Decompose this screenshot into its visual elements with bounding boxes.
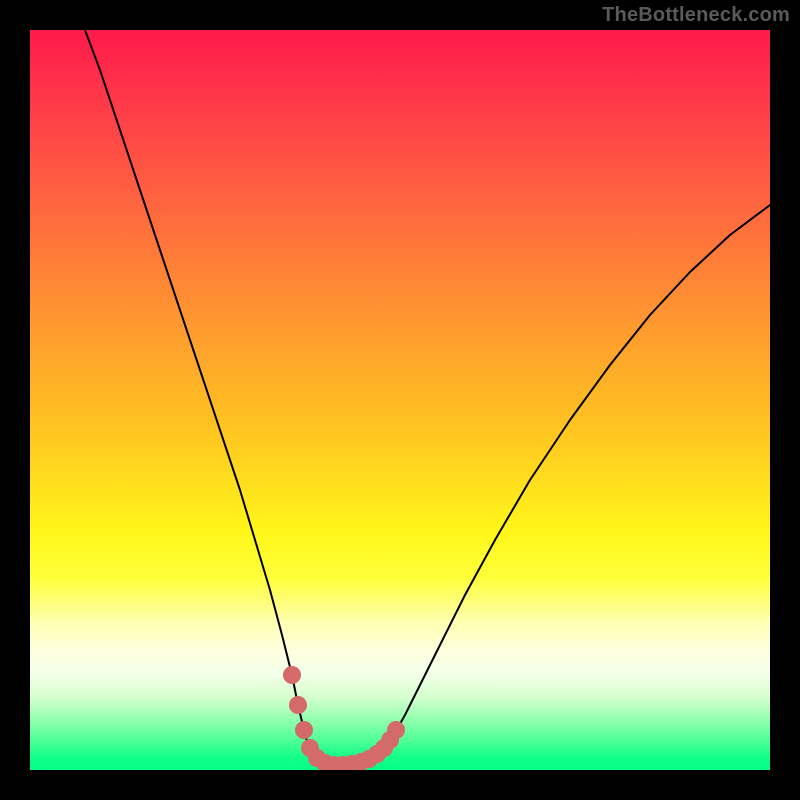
plot-area [30, 30, 770, 770]
curve-svg [30, 30, 770, 770]
bottleneck-curve [85, 30, 770, 765]
watermark-text: TheBottleneck.com [602, 4, 790, 27]
highlight-dot [283, 666, 301, 684]
highlight-dot [387, 721, 405, 739]
chart-stage: TheBottleneck.com [0, 0, 800, 800]
bottleneck-curve-path [85, 30, 770, 765]
highlight-dot [289, 696, 307, 714]
highlight-dot [295, 721, 313, 739]
